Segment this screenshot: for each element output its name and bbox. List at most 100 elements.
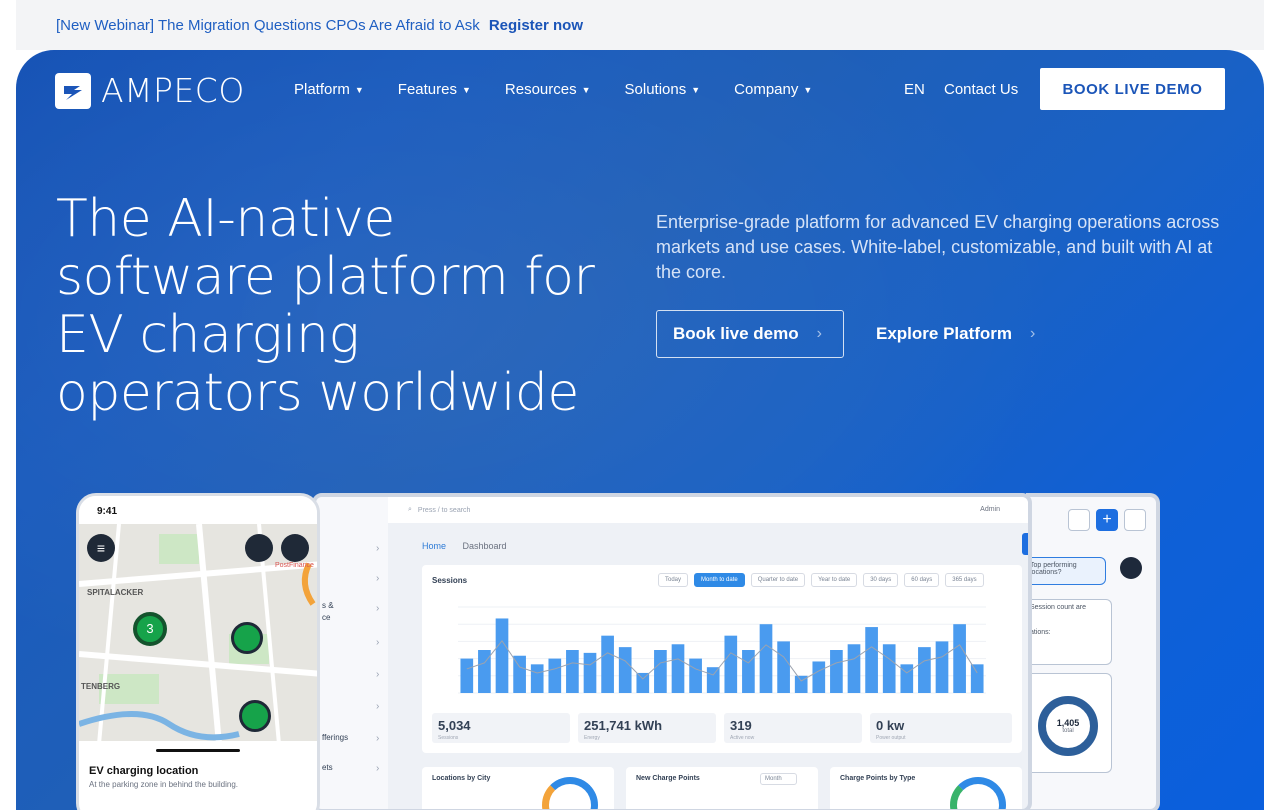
chart-bar[interactable] [583,652,597,693]
charging-station-marker[interactable] [231,622,263,654]
search-input[interactable]: Press / to search [418,507,471,514]
chat-icon[interactable] [1124,509,1146,531]
donut-chart [950,777,1006,809]
chart-bar[interactable] [706,667,720,693]
chart-bar[interactable] [654,650,667,693]
breadcrumb-home[interactable]: Home [422,541,446,551]
sessions-title: Sessions [432,576,468,585]
chart-bar[interactable] [742,650,755,693]
chevron-right-icon[interactable]: › [376,763,379,774]
chart-bar[interactable] [812,661,826,693]
chip-365-days[interactable]: 365 days [945,573,984,587]
chevron-right-icon[interactable]: › [376,701,379,712]
chart-bar[interactable] [513,655,526,693]
announcement-text[interactable]: [New Webinar] The Migration Questions CP… [56,17,480,34]
chevron-right-icon[interactable]: › [376,543,379,554]
dashboard-sidebar: s & ce fferings ets › › › › › › › › [316,497,388,809]
sidebar-label: ce [322,613,331,622]
chart-bar[interactable] [689,658,702,693]
map-view[interactable]: SPITALACKER TENBERG PostFinance ≡ 3 [79,524,317,744]
chart-bar[interactable] [900,664,914,693]
filter-icon[interactable] [281,534,309,562]
charge-points-by-type-card: Charge Points by Type [830,767,1022,809]
period-select[interactable]: Month [760,773,797,785]
chart-bar[interactable] [495,618,509,693]
period-chips: Today Month to date Quarter to date Year… [658,573,990,587]
chart-bar[interactable] [953,624,966,693]
language-switch[interactable]: EN [904,81,925,98]
chart-bar[interactable] [882,644,896,693]
chevron-down-icon: ▼ [354,84,364,95]
chart-bar[interactable] [759,624,773,693]
nav-item-company[interactable]: Company ▼ [734,81,812,98]
user-menu[interactable]: Admin [980,506,1000,513]
chevron-right-icon[interactable]: › [376,733,379,744]
search-icon[interactable] [245,534,273,562]
answer-line: ations: [1030,629,1051,636]
avatar [1120,557,1142,579]
sessions-bar-chart [458,606,986,694]
chart-bar[interactable] [478,650,491,693]
chart-bar[interactable] [865,627,878,693]
chart-bar[interactable] [847,644,861,693]
chart-bar[interactable] [530,664,544,693]
sheet-grabber[interactable] [156,749,240,752]
chip-year-to-date[interactable]: Year to date [811,573,858,587]
nav-item-features[interactable]: Features ▼ [398,81,471,98]
dashboard-topbar: ⌕ Press / to search Admin [388,497,1028,523]
brand-name: AMPECO [101,71,245,110]
chevron-right-icon[interactable]: › [376,603,379,614]
chart-bar[interactable] [935,641,949,693]
nav-item-solutions[interactable]: Solutions ▼ [625,81,701,98]
chart-bar[interactable] [918,647,931,693]
book-live-demo-button[interactable]: Book live demo › [656,310,844,358]
cluster-marker[interactable]: 3 [133,612,167,646]
chart-bar[interactable] [618,647,632,693]
chart-bar[interactable] [460,658,474,693]
phone-time: 9:41 [97,506,118,517]
plus-icon[interactable]: + [1096,509,1118,531]
breadcrumb: Home Dashboard [422,541,507,551]
new-charge-points-card: New Charge Points Month [626,767,818,809]
mobile-app-mockup: 9:41 SPITALACKER TENBERG PostFinance ≡ 3… [76,493,320,810]
register-link[interactable]: Register now [489,17,583,34]
charging-station-marker[interactable] [239,700,271,732]
menu-icon[interactable]: ≡ [87,534,115,562]
chevron-right-icon[interactable]: › [376,669,379,680]
stat-label: Power output [876,735,906,741]
chart-bar[interactable] [548,658,562,693]
nav-item-resources[interactable]: Resources ▼ [505,81,591,98]
map-label: SPITALACKER [87,588,144,597]
button-label: Book live demo [673,324,799,343]
explore-platform-link[interactable]: Explore Platform › [876,310,1035,358]
map-roads [79,524,317,744]
chip-60-days[interactable]: 60 days [904,573,940,587]
chevron-right-icon[interactable]: › [376,637,379,648]
stat-active: 319 Active now [724,713,862,743]
ai-assistant-icon[interactable] [1022,533,1028,555]
chart-bar[interactable] [671,644,685,693]
chart-bar[interactable] [636,672,650,693]
hero-headline: The AI-native software platform for EV c… [56,189,595,423]
chart-bar[interactable] [777,641,790,693]
nav-item-platform[interactable]: Platform ▼ [294,81,364,98]
chevron-right-icon[interactable]: › [376,573,379,584]
chart-bar[interactable] [830,650,843,693]
answer-line: Session count are [1030,604,1087,611]
chart-bar[interactable] [566,650,579,693]
map-label: TENBERG [81,682,121,691]
chevron-right-icon: › [1030,325,1036,342]
chip-quarter-to-date[interactable]: Quarter to date [750,573,806,587]
chip-month-to-date[interactable]: Month to date [694,573,745,587]
eye-icon[interactable] [1068,509,1090,531]
book-demo-button[interactable]: BOOK LIVE DEMO [1040,68,1225,110]
chart-bar[interactable] [724,635,738,693]
question-text: Top performing locations? [1030,562,1077,576]
chip-30-days[interactable]: 30 days [863,573,899,587]
hero-section: AMPECO Platform ▼ Features ▼ Resources ▼… [16,50,1264,810]
chip-today[interactable]: Today [658,573,689,587]
chart-bar[interactable] [970,664,984,693]
logo[interactable]: AMPECO [55,71,245,110]
chart-bar[interactable] [601,635,614,693]
contact-link[interactable]: Contact Us [944,81,1018,98]
